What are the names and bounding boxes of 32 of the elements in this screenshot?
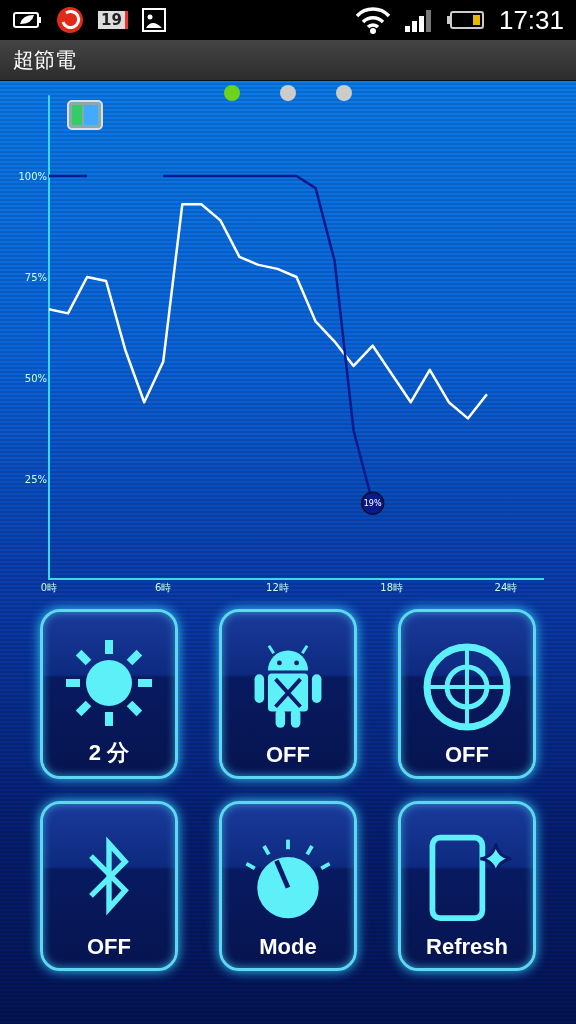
sun-icon (64, 638, 154, 728)
wifi-icon (354, 6, 391, 34)
toggle-button[interactable]: OFF (398, 609, 536, 779)
y-tick-label: 75% (24, 272, 47, 283)
image-icon (141, 8, 166, 32)
x-tick-label: 18時 (380, 582, 404, 593)
y-tick-label: 50% (24, 373, 47, 384)
calendar-day: 19 (98, 11, 128, 29)
x-tick-label: 24時 (494, 582, 518, 593)
value-label: 19% (363, 499, 382, 509)
app-icon (56, 6, 84, 34)
page-indicator[interactable] (224, 85, 240, 101)
clock-time: 17:31 (498, 4, 564, 36)
toggle-button[interactable]: 2 分 (40, 609, 178, 779)
battery-level-icon (67, 100, 103, 130)
toggle-button[interactable]: OFF (219, 609, 357, 779)
x-tick-label: 12時 (266, 582, 289, 593)
page-indicator[interactable] (280, 85, 296, 101)
signal-icon (404, 8, 433, 32)
leaf-battery-icon (12, 10, 42, 30)
battery-icon (446, 10, 485, 30)
toggle-button[interactable]: Refresh (398, 801, 536, 971)
toggle-button[interactable]: Mode (219, 801, 357, 971)
x-tick-label: 0時 (40, 582, 58, 593)
toggle-button[interactable]: OFF (40, 801, 178, 971)
crosshair-icon (422, 642, 512, 732)
value-marker (360, 491, 385, 515)
page-indicator[interactable] (336, 85, 352, 101)
app-title: 超節電 (13, 47, 76, 74)
x-tick-label: 6時 (155, 582, 172, 593)
y-tick-label: 100% (18, 171, 47, 182)
y-tick-label: 25% (24, 474, 47, 485)
